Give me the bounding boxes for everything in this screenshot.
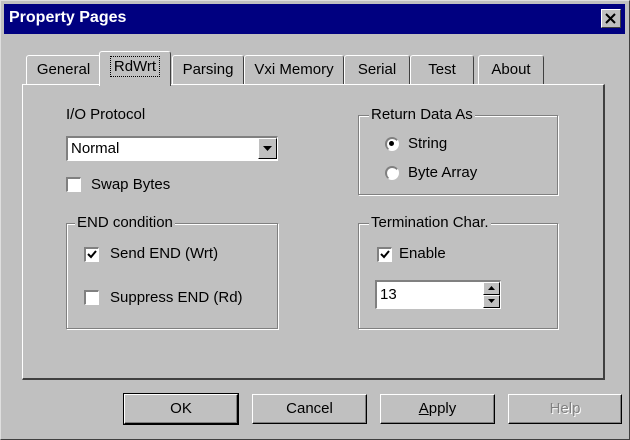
tab-test[interactable]: Test <box>410 55 474 84</box>
end-condition-title: END condition <box>75 214 175 231</box>
swap-bytes-checkbox[interactable] <box>66 177 81 192</box>
checkmark-icon <box>380 250 390 259</box>
enable-termination-label: Enable <box>399 245 446 262</box>
send-end-label: Send END (Wrt) <box>110 245 219 262</box>
suppress-end-label: Suppress END (Rd) <box>110 289 243 306</box>
spin-down-button[interactable] <box>483 295 500 308</box>
io-protocol-dropdown-button[interactable] <box>258 138 277 159</box>
swap-bytes-label: Swap Bytes <box>91 176 171 193</box>
io-protocol-select[interactable]: Normal <box>66 136 278 161</box>
termination-char-group <box>358 223 558 329</box>
checkmark-icon <box>87 250 97 259</box>
enable-termination-checkbox[interactable] <box>377 247 392 262</box>
tab-about[interactable]: About <box>478 55 544 84</box>
ok-button[interactable]: OK <box>123 393 239 425</box>
title-bar[interactable]: Property Pages <box>4 4 625 34</box>
tab-serial[interactable]: Serial <box>344 55 410 84</box>
suppress-end-checkbox[interactable] <box>84 290 99 305</box>
help-button: Help <box>508 394 622 424</box>
apply-button[interactable]: Apply <box>380 394 495 424</box>
arrow-up-icon <box>488 286 495 290</box>
arrow-down-icon <box>488 299 495 303</box>
window-title: Property Pages <box>9 9 127 26</box>
return-data-title: Return Data As <box>369 106 475 123</box>
tab-rdwrt[interactable]: RdWrt <box>99 51 171 86</box>
spin-up-button[interactable] <box>483 282 500 295</box>
termination-char-spinner[interactable]: 13 <box>375 280 501 309</box>
end-condition-group <box>66 223 278 329</box>
return-byte-array-label: Byte Array <box>408 164 478 181</box>
return-string-label: String <box>408 135 448 152</box>
io-protocol-label: I/O Protocol <box>66 106 146 123</box>
return-data-group <box>358 115 558 195</box>
close-icon <box>605 13 616 24</box>
chevron-down-icon <box>263 146 272 151</box>
send-end-checkbox[interactable] <box>84 247 99 262</box>
termination-char-title: Termination Char. <box>369 214 491 231</box>
close-button[interactable] <box>601 9 621 28</box>
tab-parsing[interactable]: Parsing <box>172 55 244 84</box>
return-byte-array-radio[interactable] <box>385 166 399 180</box>
termination-char-value: 13 <box>380 286 397 303</box>
tab-general[interactable]: General <box>26 55 101 84</box>
radio-selected-dot <box>389 141 394 146</box>
cancel-button[interactable]: Cancel <box>252 394 367 424</box>
return-string-radio[interactable] <box>385 137 399 151</box>
io-protocol-value: Normal <box>71 140 120 157</box>
tab-vxi-memory[interactable]: Vxi Memory <box>244 55 344 84</box>
